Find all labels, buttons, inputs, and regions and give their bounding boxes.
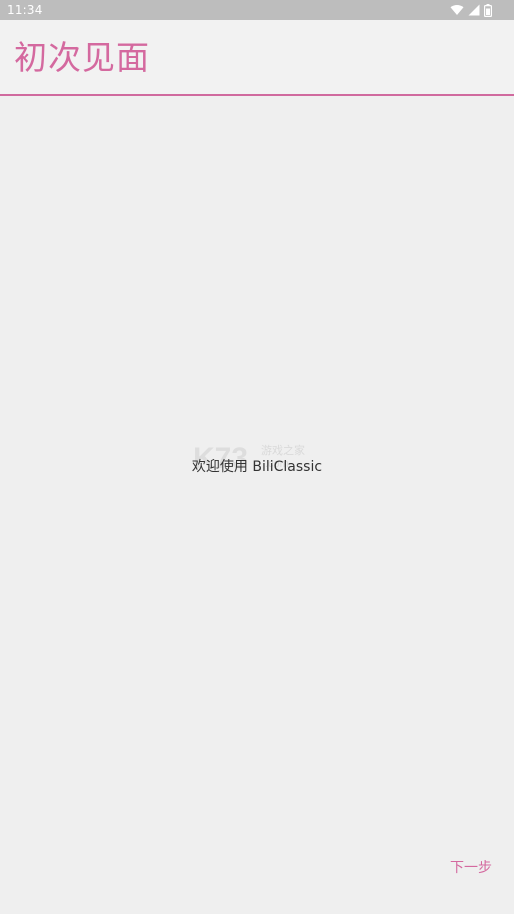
next-button[interactable]: 下一步	[450, 858, 492, 878]
battery-icon	[484, 3, 492, 17]
page-title: 初次见面	[14, 38, 150, 77]
signal-icon	[468, 4, 480, 16]
status-icons	[450, 2, 492, 18]
toolbar: 初次见面	[0, 20, 514, 94]
status-bar: 11:34	[0, 0, 514, 20]
wifi-icon	[450, 4, 464, 16]
status-time: 11:34	[7, 3, 43, 17]
welcome-content: K73 游戏之家 .com 欢迎使用 BiliClassic 下一步	[0, 96, 514, 914]
welcome-message: 欢迎使用 BiliClassic	[191, 459, 323, 475]
